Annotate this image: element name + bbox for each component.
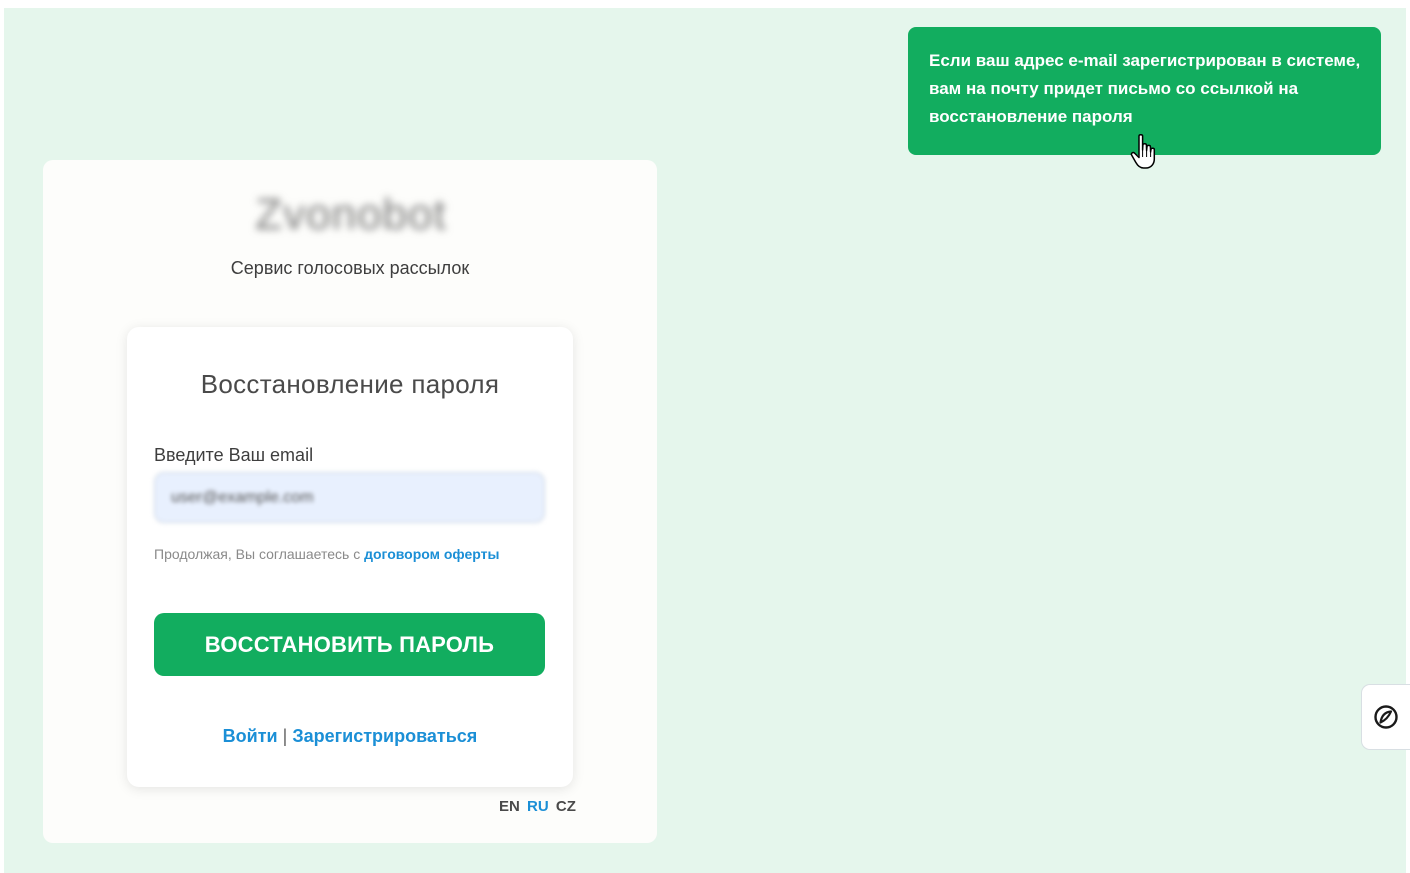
terms-prefix: Продолжая, Вы соглашаетесь с xyxy=(154,546,365,562)
email-label: Введите Ваш email xyxy=(154,445,314,465)
register-link[interactable]: Зарегистрироваться xyxy=(292,726,477,746)
offer-agreement-link[interactable]: договором оферты xyxy=(364,546,499,562)
brand-logo: Zvonobot xyxy=(238,188,464,242)
notification-message: Если ваш адрес e-mail зарегистрирован в … xyxy=(929,51,1361,126)
password-reset-card: Восстановление пароля Введите Ваш email … xyxy=(127,327,573,787)
login-panel: Zvonobot Сервис голосовых рассылок Восст… xyxy=(43,160,657,843)
language-option-en[interactable]: EN xyxy=(499,798,520,815)
reset-password-button[interactable]: ВОССТАНОВИТЬ ПАРОЛЬ xyxy=(154,613,545,676)
auth-links: Войти | Зарегистрироваться xyxy=(127,726,573,747)
language-option-cz[interactable]: CZ xyxy=(556,798,576,815)
hand-cursor-icon xyxy=(1130,134,1156,169)
brand-tagline: Сервис голосовых рассылок xyxy=(230,258,470,278)
language-switcher: EN RU CZ xyxy=(496,798,576,815)
language-option-ru[interactable]: RU xyxy=(527,798,549,815)
chat-widget-button[interactable] xyxy=(1361,684,1410,750)
email-input[interactable] xyxy=(154,472,545,523)
terms-notice: Продолжая, Вы соглашаетесь с договором о… xyxy=(154,544,545,564)
brand-logo-text: Zvonobot xyxy=(255,190,447,239)
card-title: Восстановление пароля xyxy=(200,369,500,399)
login-link[interactable]: Войти xyxy=(223,726,278,746)
auth-links-separator: | xyxy=(282,726,288,746)
chat-widget-icon xyxy=(1374,705,1398,729)
